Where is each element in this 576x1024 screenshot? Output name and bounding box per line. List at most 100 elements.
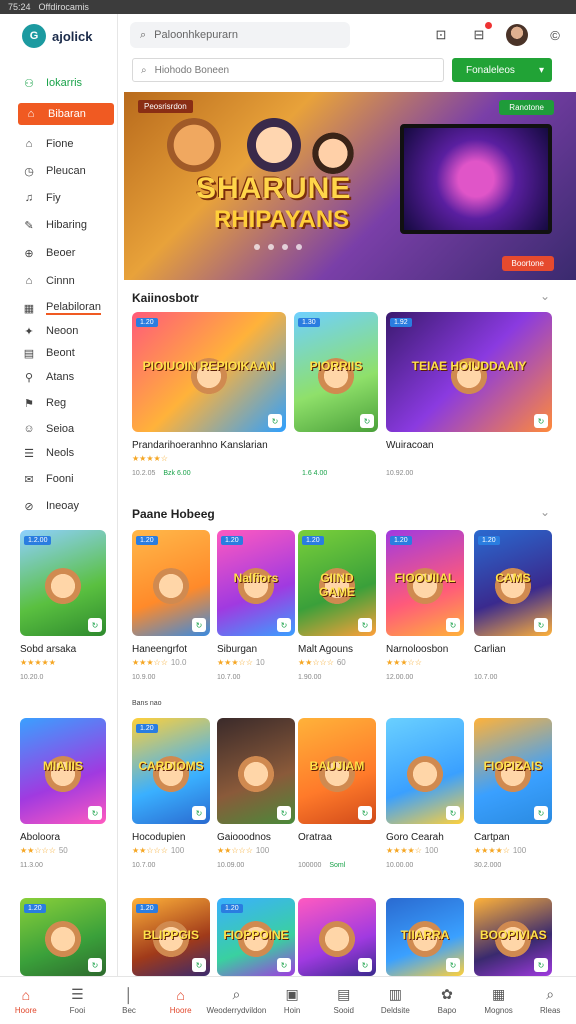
game-title[interactable]: Siburgan bbox=[217, 644, 257, 655]
sidebar-item-16[interactable]: ⊘ Ineoay bbox=[22, 495, 114, 517]
chevron-down-icon[interactable]: ⌄ bbox=[540, 505, 550, 519]
play-icon[interactable]: ↻ bbox=[446, 958, 460, 972]
sidebar-item-3[interactable]: ◷ Pleucan bbox=[22, 160, 114, 182]
carousel-dot[interactable] bbox=[282, 244, 288, 250]
play-icon[interactable]: ↻ bbox=[446, 806, 460, 820]
bottom-nav-item-0[interactable]: ⌂ Hoore bbox=[0, 977, 52, 1024]
game-title[interactable]: Cartpan bbox=[474, 832, 510, 843]
play-icon[interactable]: ↻ bbox=[88, 806, 102, 820]
game-title[interactable]: Goro Cearah bbox=[386, 832, 444, 843]
play-icon[interactable]: ↻ bbox=[534, 806, 548, 820]
sidebar-item-14[interactable]: ☰ Neols bbox=[22, 442, 114, 464]
game-thumbnail[interactable]: MIAIIIS ↻ bbox=[20, 718, 106, 824]
sidebar-item-7[interactable]: ⌂ Cinnn bbox=[22, 270, 114, 292]
play-icon[interactable]: ↻ bbox=[358, 958, 372, 972]
play-icon[interactable]: ↻ bbox=[268, 414, 282, 428]
game-thumbnail[interactable]: 1.2.00 ↻ bbox=[20, 530, 106, 636]
game-thumbnail[interactable]: 1.20 CARDIOMS ↻ bbox=[132, 718, 210, 824]
game-title[interactable]: Carlian bbox=[474, 644, 506, 655]
sidebar-item-11[interactable]: ⚲ Atans bbox=[22, 366, 114, 388]
play-icon[interactable]: ↻ bbox=[88, 958, 102, 972]
game-title[interactable]: Haneengrfot bbox=[132, 644, 187, 655]
play-icon[interactable]: ↻ bbox=[534, 958, 548, 972]
bottom-nav-item-4[interactable]: ⌕ Weoderrydvildon bbox=[206, 977, 266, 1024]
game-thumbnail[interactable]: 1.20 ↻ bbox=[20, 898, 106, 976]
play-icon[interactable]: ↻ bbox=[277, 806, 291, 820]
sidebar-item-5[interactable]: ✎ Hibaring bbox=[22, 214, 114, 236]
game-thumbnail[interactable]: 1.20 FIOPPOINE ↻ bbox=[217, 898, 295, 976]
play-icon[interactable]: ↻ bbox=[88, 618, 102, 632]
banner-badge-button[interactable]: Ranotone bbox=[499, 100, 554, 115]
bottom-nav-item-10[interactable]: ⌕ Rleas bbox=[524, 977, 576, 1024]
app-logo[interactable]: G ajolick bbox=[22, 24, 92, 48]
carousel-dot[interactable] bbox=[254, 244, 260, 250]
game-thumbnail[interactable]: 1.20 GIIND GAME ↻ bbox=[298, 530, 376, 636]
sidebar-item-6[interactable]: ⊕ Beoer bbox=[22, 242, 114, 264]
game-thumbnail[interactable]: 1.92 TEIAE HOIUDDAAIY ↻ bbox=[386, 312, 552, 432]
game-thumbnail[interactable]: 1.20 ↻ bbox=[132, 530, 210, 636]
play-icon[interactable]: ↻ bbox=[360, 414, 374, 428]
bottom-nav-item-9[interactable]: ▦ Mognos bbox=[473, 977, 525, 1024]
game-thumbnail[interactable]: 1.20 Nalfiors ↻ bbox=[217, 530, 295, 636]
play-icon[interactable]: ↻ bbox=[277, 958, 291, 972]
bottom-nav-item-6[interactable]: ▤ Sooid bbox=[318, 977, 370, 1024]
game-title[interactable]: Sobd arsaka bbox=[20, 644, 76, 655]
game-title[interactable]: Gaiooodnos bbox=[217, 832, 271, 843]
game-thumbnail[interactable]: 1.20 CAMS ↻ bbox=[474, 530, 552, 636]
sidebar-item-9[interactable]: ✦ Neoon bbox=[22, 320, 114, 342]
avatar[interactable] bbox=[506, 24, 528, 46]
sidebar-item-8[interactable]: ▦ Pelabiloran bbox=[22, 297, 114, 319]
play-icon[interactable]: ↻ bbox=[358, 806, 372, 820]
bottom-nav-item-1[interactable]: ☰ Fooi bbox=[52, 977, 104, 1024]
chevron-down-icon[interactable]: ⌄ bbox=[540, 289, 550, 303]
game-title[interactable]: Malt Agouns bbox=[298, 644, 353, 655]
game-thumbnail[interactable]: 1.20 FIOOUIIAL ↻ bbox=[386, 530, 464, 636]
play-icon[interactable]: ↻ bbox=[192, 618, 206, 632]
play-icon[interactable]: ↻ bbox=[446, 618, 460, 632]
hero-banner[interactable]: Peosrisrdon Ranotone SHARUNE RHIPAYANS B… bbox=[124, 92, 576, 280]
game-thumbnail[interactable]: ↻ bbox=[217, 718, 295, 824]
game-thumbnail[interactable]: ↻ bbox=[386, 718, 464, 824]
bottom-nav-item-3[interactable]: ⌂ Hoore bbox=[155, 977, 207, 1024]
play-icon[interactable]: ↻ bbox=[277, 618, 291, 632]
game-title[interactable]: Oratraa bbox=[298, 832, 332, 843]
play-icon[interactable]: ↻ bbox=[534, 414, 548, 428]
game-thumbnail[interactable]: ↻ bbox=[298, 898, 376, 976]
sidebar-item-1[interactable]: ⌂ Bibaran bbox=[18, 103, 114, 125]
game-thumbnail[interactable]: TIIARRA ↻ bbox=[386, 898, 464, 976]
carousel-dots[interactable] bbox=[254, 244, 302, 250]
primary-action-button[interactable]: Fonaleleos ▾ bbox=[452, 58, 552, 82]
play-icon[interactable]: ↻ bbox=[358, 618, 372, 632]
game-thumbnail[interactable]: 1.20 PIOIUOIN REPIOIKAAN ↻ bbox=[132, 312, 286, 432]
bottom-nav-item-2[interactable]: │ Bec bbox=[103, 977, 155, 1024]
notification-icon[interactable]: ⊟ bbox=[468, 22, 492, 46]
game-title[interactable]: Wuiracoan bbox=[386, 440, 434, 451]
sidebar-item-4[interactable]: ♫ Fiy bbox=[22, 187, 114, 209]
game-title[interactable]: Hocodupien bbox=[132, 832, 185, 843]
game-thumbnail[interactable]: BAUJIAM ↻ bbox=[298, 718, 376, 824]
game-title[interactable]: Prandarihoeranhno Kanslarian bbox=[132, 440, 268, 451]
secondary-search-input[interactable]: ⌕ Hiohodo Boneen bbox=[132, 58, 444, 82]
bottom-nav-item-7[interactable]: ▥ Deldsite bbox=[370, 977, 422, 1024]
sidebar-item-0[interactable]: ⚇ Iokarris bbox=[22, 72, 114, 94]
game-thumbnail[interactable]: BOOPIVIAS ↻ bbox=[474, 898, 552, 976]
game-thumbnail[interactable]: 1.20 BLIPPGIS ↻ bbox=[132, 898, 210, 976]
carousel-dot[interactable] bbox=[268, 244, 274, 250]
search-input[interactable]: ⌕ Paloonhkepurarn bbox=[130, 22, 350, 48]
carousel-dot[interactable] bbox=[296, 244, 302, 250]
sidebar-item-10[interactable]: ▤ Beont bbox=[22, 342, 114, 364]
banner-cta-button[interactable]: Boortone bbox=[501, 256, 554, 271]
gamepad-icon[interactable]: ⊡ bbox=[430, 24, 452, 46]
play-icon[interactable]: ↻ bbox=[192, 958, 206, 972]
bottom-nav-item-8[interactable]: ✿ Bapo bbox=[421, 977, 473, 1024]
sidebar-item-13[interactable]: ☺ Seioa bbox=[22, 418, 114, 440]
game-title[interactable]: Aboloora bbox=[20, 832, 60, 843]
game-thumbnail[interactable]: 1.30 PIORRIIS ↻ bbox=[294, 312, 378, 432]
sidebar-item-15[interactable]: ✉ Fooni bbox=[22, 468, 114, 490]
sidebar-item-2[interactable]: ⌂ Fione bbox=[22, 133, 114, 155]
play-icon[interactable]: ↻ bbox=[534, 618, 548, 632]
game-title[interactable]: Narnoloosbon bbox=[386, 644, 448, 655]
settings-icon[interactable]: © bbox=[544, 24, 566, 46]
bottom-nav-item-5[interactable]: ▣ Hoin bbox=[266, 977, 318, 1024]
game-thumbnail[interactable]: FIOPIZAIS ↻ bbox=[474, 718, 552, 824]
